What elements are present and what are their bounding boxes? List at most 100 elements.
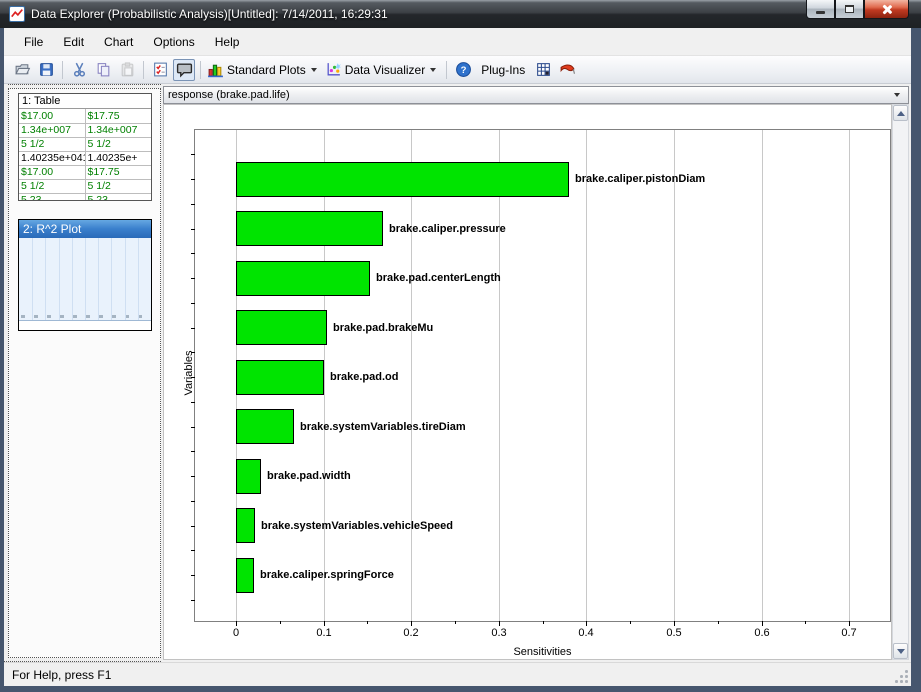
maximize-button[interactable] (835, 0, 864, 19)
resize-grip[interactable] (895, 670, 909, 684)
status-text: For Help, press F1 (12, 668, 111, 682)
response-selector[interactable]: response (brake.pad.life) (163, 86, 909, 104)
thumbnail-table[interactable]: 1: Table $17.00$17.751.34e+0071.34e+0075… (18, 93, 152, 201)
y-axis-tick (191, 328, 195, 329)
x-axis-title: Sensitivities (194, 646, 891, 658)
x-tick-label: 0.6 (740, 627, 784, 639)
plugin-flag-button[interactable] (556, 59, 578, 81)
bar-label: brake.pad.centerLength (376, 273, 501, 284)
copy-button[interactable] (92, 59, 114, 81)
response-selector-value: response (brake.pad.life) (168, 89, 290, 101)
help-button[interactable]: ? (452, 59, 474, 81)
y-axis-tick (191, 204, 195, 205)
table-cell: 1.40235e+041 (19, 151, 85, 165)
r2-thumb-gridline (111, 238, 112, 320)
y-axis-tick (191, 179, 195, 180)
table-cell: 5 1/2 (19, 179, 85, 193)
standard-plots-button[interactable]: Standard Plots (206, 59, 322, 81)
annotation-bubble-button[interactable] (173, 59, 195, 81)
menu-options[interactable]: Options (143, 31, 204, 53)
copy-icon (95, 61, 112, 78)
plot-area: 00.10.20.30.40.50.60.7brake.caliper.pist… (194, 129, 891, 622)
title-bar[interactable]: Data Explorer (Probabilistic Analysis)[U… (0, 0, 921, 28)
table-cell: 5.23 (19, 193, 85, 201)
table-cell: 5.23 (85, 193, 151, 201)
menu-edit[interactable]: Edit (53, 31, 94, 53)
chevron-down-icon (430, 68, 436, 72)
x-axis-tick (586, 621, 587, 626)
sensitivity-bar[interactable] (236, 211, 383, 246)
speech-bubble-icon (176, 61, 193, 78)
chart-panel: response (brake.pad.life) 00.10.20.30.40… (161, 84, 911, 662)
gridline (586, 130, 587, 621)
table-cell: $17.00 (19, 109, 85, 123)
x-axis-minor-tick (280, 621, 281, 624)
checklist-button[interactable] (149, 59, 171, 81)
toolbar-separator (446, 61, 447, 79)
maximize-icon (845, 5, 854, 13)
arrow-up-icon (897, 111, 905, 116)
menu-bar: File Edit Chart Options Help (4, 28, 911, 56)
sensitivity-bar[interactable] (236, 261, 370, 296)
open-button[interactable] (11, 59, 33, 81)
thumbnail-r2-plot-selected[interactable]: 2: R^2 Plot (18, 219, 152, 331)
bar-label: brake.systemVariables.vehicleSpeed (261, 521, 453, 532)
cut-button[interactable] (68, 59, 90, 81)
x-axis-minor-tick (718, 621, 719, 624)
table-row: 5 1/25 1/2 (19, 137, 151, 151)
window-title: Data Explorer (Probabilistic Analysis)[U… (31, 7, 388, 21)
sensitivity-bar[interactable] (236, 162, 569, 197)
menu-help[interactable]: Help (205, 31, 250, 53)
help-icon: ? (455, 61, 472, 78)
y-axis-tick (191, 303, 195, 304)
x-tick-label: 0.2 (389, 627, 433, 639)
x-axis-minor-tick (630, 621, 631, 624)
paste-icon (119, 61, 136, 78)
x-axis-tick (674, 621, 675, 626)
x-tick-label: 0.7 (827, 627, 871, 639)
toolbar-separator (62, 61, 63, 79)
y-axis-tick (191, 451, 195, 452)
close-button[interactable] (864, 0, 909, 19)
gridline (762, 130, 763, 621)
toolbar: Standard Plots Data Visualizer ? (4, 56, 911, 84)
table-cell: 5 1/2 (85, 179, 151, 193)
r2-thumb-gridline (98, 238, 99, 320)
table-cell: $17.75 (85, 165, 151, 179)
sensitivity-bar[interactable] (236, 409, 294, 444)
gridline (849, 130, 850, 621)
save-button[interactable] (35, 59, 57, 81)
y-axis-tick (191, 600, 195, 601)
x-tick-label: 0.1 (302, 627, 346, 639)
chevron-down-icon (311, 68, 317, 72)
bar-label: brake.caliper.pistonDiam (575, 174, 705, 185)
x-tick-label: 0.3 (477, 627, 521, 639)
minimize-button[interactable] (806, 0, 835, 19)
arrow-down-icon (897, 649, 905, 654)
plugin-table-button[interactable] (532, 59, 554, 81)
cut-icon (71, 61, 88, 78)
menu-file[interactable]: File (14, 31, 53, 53)
save-icon (38, 61, 55, 78)
scroll-up-button[interactable] (893, 105, 908, 121)
vertical-scrollbar[interactable] (892, 104, 909, 660)
r2-thumb-gridline (32, 238, 33, 320)
table-cell: 1.40235e+ (85, 151, 151, 165)
data-visualizer-button[interactable]: Data Visualizer (324, 59, 441, 81)
x-axis-minor-tick (805, 621, 806, 624)
sensitivity-bar[interactable] (236, 459, 261, 494)
scroll-down-button[interactable] (893, 643, 908, 659)
table-row: $17.00$17.75 (19, 109, 151, 123)
minimize-icon (816, 11, 825, 14)
y-axis-tick (191, 154, 195, 155)
sensitivity-bar[interactable] (236, 360, 324, 395)
sensitivity-bar[interactable] (236, 310, 327, 345)
menu-chart[interactable]: Chart (94, 31, 143, 53)
table-row: 1.40235e+0411.40235e+ (19, 151, 151, 165)
open-icon (14, 61, 31, 78)
y-axis-tick (191, 427, 195, 428)
sensitivity-bar[interactable] (236, 508, 255, 543)
sensitivity-bar[interactable] (236, 558, 254, 593)
table-row: 5 1/25 1/2 (19, 179, 151, 193)
plugins-label: Plug-Ins (481, 63, 525, 77)
